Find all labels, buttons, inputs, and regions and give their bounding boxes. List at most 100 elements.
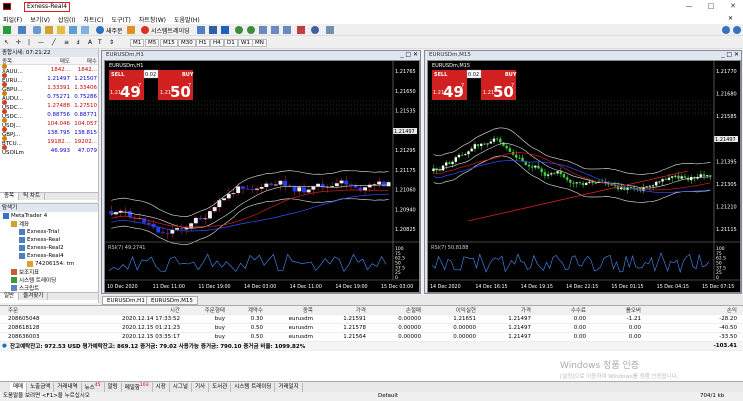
navigator-item[interactable]: Exness-Real4 — [0, 252, 98, 260]
templates-icon[interactable] — [326, 26, 334, 34]
line-chart-icon[interactable] — [221, 26, 229, 34]
col-order[interactable]: 주문 — [0, 306, 85, 314]
minimize-button[interactable]: — — [680, 2, 698, 10]
vertical-line-icon[interactable]: | — [28, 39, 30, 46]
tf-w1[interactable]: W1 — [238, 39, 253, 47]
maximize-button[interactable]: □ — [702, 2, 720, 10]
col-tp[interactable]: 이익실현 — [421, 306, 476, 314]
data-window-icon[interactable] — [45, 26, 53, 34]
tab-tick-chart[interactable]: 틱 차트 — [19, 193, 46, 200]
order-row[interactable]: 208636003 2020.12.15 03:35:17 buy 0.50 eurus… — [0, 333, 743, 342]
tab-alerts[interactable]: 알림 — [105, 382, 122, 392]
sell-label[interactable]: SELL — [111, 72, 125, 78]
col-time[interactable]: 시간 — [85, 306, 180, 314]
tf-m15[interactable]: M15 — [160, 39, 178, 47]
tf-mn[interactable]: MN — [252, 39, 267, 47]
menu-chart[interactable]: 차트(C) — [84, 15, 104, 24]
tab-journal[interactable]: 거래일지 — [275, 382, 303, 392]
navigator-item[interactable]: MetaTrader 4 — [0, 212, 98, 220]
chart-canvas-h1[interactable]: 1.217651.216501.215351.214151.212951.211… — [104, 60, 420, 293]
auto-trading-icon[interactable] — [141, 26, 149, 34]
tab-history[interactable]: 거래내역 — [54, 382, 82, 392]
navigator-icon[interactable] — [57, 26, 65, 34]
col-symbol[interactable]: 종목 — [263, 306, 313, 314]
col-commission[interactable]: 수수료 — [531, 306, 586, 314]
crosshair-icon[interactable]: ✛ — [16, 39, 21, 46]
chart-h1-svg[interactable]: 1.217651.216501.215351.214151.212951.211… — [105, 61, 419, 292]
indicators-icon[interactable] — [297, 26, 305, 34]
market-watch-row[interactable]: USOILm 46.993 47.079 — [0, 145, 98, 156]
tf-m1[interactable]: M1 — [130, 39, 145, 47]
tab-articles[interactable]: 기사 — [192, 382, 210, 392]
col-volume[interactable]: 계약수 — [225, 306, 263, 314]
tab-experts[interactable]: 시스템 트레이딩 — [231, 382, 276, 392]
tab-common[interactable]: 일반 — [0, 293, 20, 300]
lot-size-value[interactable]: 0.02 — [468, 72, 479, 78]
close-button[interactable]: ✕ — [724, 2, 742, 10]
profiles-icon[interactable] — [18, 26, 26, 34]
mdi-close-icon[interactable]: ✕ — [728, 15, 733, 22]
menu-help[interactable]: 도움말(H) — [174, 15, 200, 24]
order-row[interactable]: 208618128 2020.12.15 01:21:23 buy 0.50 eurus… — [0, 324, 743, 333]
chart-tab-m15[interactable]: EURUSDm,M15 — [146, 296, 198, 305]
menu-tools[interactable]: 도구(T) — [111, 15, 130, 24]
tf-h4[interactable]: H4 — [210, 39, 224, 47]
chart-window-controls-2[interactable]: _ □ ✕ — [721, 51, 739, 58]
tab-favorites[interactable]: 즐겨찾기 — [19, 293, 49, 300]
autoscroll-icon[interactable] — [283, 26, 291, 34]
menu-window[interactable]: 차트창(W) — [139, 15, 166, 24]
equidistant-channel-icon[interactable]: ≡ — [64, 39, 69, 46]
periods-icon[interactable] — [311, 26, 319, 34]
menu-file[interactable]: 파일(F) — [3, 15, 22, 24]
community-icon[interactable] — [733, 26, 741, 34]
tf-d1[interactable]: D1 — [224, 39, 238, 47]
navigator-item[interactable]: 보조지표 — [0, 268, 98, 276]
auto-trading-button[interactable]: 시스템트레이딩 — [151, 26, 190, 35]
chart-m15-svg[interactable]: 1.217701.216801.215851.214901.213951.213… — [428, 61, 740, 292]
sell-label[interactable]: SELL — [434, 72, 448, 78]
zoom-in-icon[interactable] — [235, 26, 243, 34]
navigator-item[interactable]: 스크립트 — [0, 284, 98, 292]
tile-windows-icon[interactable] — [259, 26, 267, 34]
account-summary-row[interactable]: ● 잔고예탁잔고: 972.53 USD 평가예탁잔고: 869.12 증거금:… — [0, 342, 743, 351]
navigator-item[interactable]: Exness-Trial — [0, 228, 98, 236]
navigator-item[interactable]: 계좌 — [0, 220, 98, 228]
market-watch-icon[interactable] — [33, 26, 41, 34]
col-type[interactable]: 주문형태 — [180, 306, 225, 314]
tab-exposure[interactable]: 노출금액 — [27, 382, 55, 392]
terminal-icon[interactable] — [69, 26, 77, 34]
new-order-icon[interactable] — [96, 26, 104, 34]
chart-canvas-m15[interactable]: 1.217701.216801.215851.214901.213951.213… — [427, 60, 741, 293]
navigator-item[interactable]: Exness-Real — [0, 236, 98, 244]
col-sl[interactable]: 손절매 — [366, 306, 421, 314]
tab-trade[interactable]: 매매 — [10, 382, 28, 392]
label-icon[interactable]: T — [98, 39, 102, 46]
tester-icon[interactable] — [81, 26, 89, 34]
search-icon[interactable] — [722, 26, 730, 34]
tab-signals[interactable]: 시그널 — [170, 382, 192, 392]
candlestick-icon[interactable] — [209, 26, 217, 34]
tf-m5[interactable]: M5 — [145, 39, 160, 47]
menu-view[interactable]: 보기(V) — [30, 15, 50, 24]
bar-chart-icon[interactable] — [197, 26, 205, 34]
metaeditor-icon[interactable] — [127, 26, 135, 34]
chart-tab-h1[interactable]: EURUSDm,H1 — [102, 296, 150, 305]
zoom-out-icon[interactable] — [247, 26, 255, 34]
tf-m30[interactable]: M30 — [178, 39, 196, 47]
col-ask[interactable]: 매수 — [70, 57, 97, 65]
navigator-item[interactable]: 시스템 트레이딩 — [0, 276, 98, 284]
text-icon[interactable]: A — [88, 39, 92, 46]
tab-symbols[interactable]: 종목 — [0, 193, 20, 200]
navigator-item[interactable]: Exness-Real2 — [0, 244, 98, 252]
horizontal-line-icon[interactable]: — — [38, 39, 44, 46]
order-row[interactable]: 208605048 2020.12.14 17:33:52 buy 0.30 eurus… — [0, 315, 743, 324]
trendline-icon[interactable]: ╱ — [52, 39, 56, 46]
buy-label[interactable]: BUY — [505, 72, 517, 78]
fibonacci-icon[interactable]: Ⅎ — [76, 39, 79, 46]
col-price[interactable]: 가격 — [476, 306, 531, 314]
navigator-item[interactable]: 74206154: tm — [0, 260, 98, 268]
chart-shift-icon[interactable] — [271, 26, 279, 34]
new-order-button[interactable]: 새주문 — [106, 26, 123, 35]
col-bid[interactable]: 매도 — [40, 57, 70, 65]
buy-label[interactable]: BUY — [182, 72, 194, 78]
